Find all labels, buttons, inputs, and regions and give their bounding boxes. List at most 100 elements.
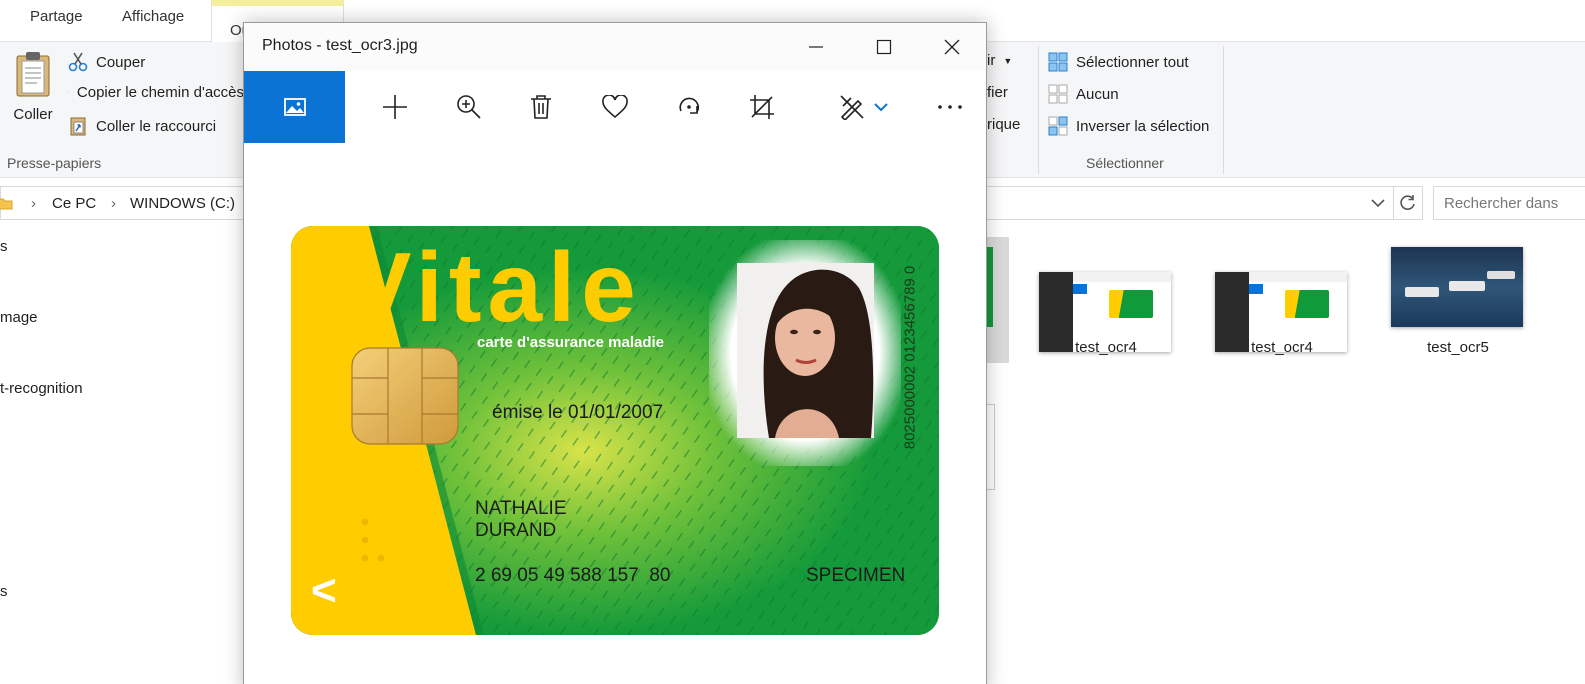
file-thumbnail-test-ocr5[interactable]	[1391, 247, 1523, 327]
copy-path-label: Copier le chemin d'accès	[76, 84, 244, 101]
group-divider	[1038, 46, 1039, 174]
copy-path-icon: \\...	[68, 92, 69, 93]
search-input[interactable]: Rechercher dans	[1433, 186, 1585, 220]
home-icon	[283, 98, 306, 116]
card-first-name: NATHALIE	[475, 498, 567, 519]
sidebar-item[interactable]: s	[0, 238, 8, 255]
clipboard-group-label: Presse-papiers	[7, 155, 102, 171]
sidebar-item[interactable]: s	[0, 583, 8, 600]
collection-button[interactable]	[244, 71, 345, 143]
file-name-label: test_ocr5	[1427, 339, 1489, 356]
thumbnail-accent	[1249, 284, 1263, 294]
portrait-photo	[763, 269, 874, 438]
crop-button[interactable]	[744, 89, 780, 125]
cut-label: Couper	[96, 53, 146, 71]
card-brand-title: Vitale	[346, 232, 642, 342]
scissors-icon	[68, 52, 88, 72]
file-name-label: test_ocr4	[1075, 339, 1137, 356]
add-icon	[383, 95, 407, 119]
thumbnail-card	[1109, 290, 1153, 318]
favorite-button[interactable]	[597, 89, 633, 125]
favorite-icon	[602, 95, 628, 119]
ship-shape	[1405, 287, 1439, 297]
open-dropdown-button[interactable]: ir ▼	[987, 52, 1012, 69]
dropdown-arrow-icon: ▼	[1003, 55, 1013, 66]
maximize-button[interactable]	[850, 23, 918, 71]
window-title: Photos - test_ocr3.jpg	[262, 37, 418, 54]
edit-dropdown-button[interactable]	[868, 89, 894, 125]
paste-label: Coller	[13, 106, 53, 123]
select-none-label: Aucun	[1076, 85, 1119, 103]
more-icon	[938, 105, 962, 109]
modify-button[interactable]: fier	[987, 84, 1008, 101]
rotate-button[interactable]	[671, 89, 707, 125]
card-specimen-label: SPECIMEN	[806, 565, 906, 586]
card-subtitle: carte d'assurance maladie	[477, 334, 665, 351]
crop-icon	[750, 95, 774, 119]
breadcrumb-this-pc[interactable]: Ce PC	[52, 195, 96, 212]
breadcrumb-drive[interactable]: WINDOWS (C:)	[130, 195, 235, 212]
breadcrumb-separator-icon: ›	[31, 195, 36, 212]
history-button[interactable]: rique	[987, 116, 1020, 133]
tab-partage[interactable]: Partage	[30, 8, 83, 25]
tab-affichage[interactable]: Affichage	[122, 8, 184, 25]
card-arrow-symbol: <	[311, 566, 337, 615]
more-button[interactable]	[932, 89, 968, 125]
clipboard-icon	[16, 52, 50, 97]
card-issue-date: émise le 01/01/2007	[492, 402, 664, 423]
select-all-button[interactable]: Sélectionner tout	[1048, 52, 1189, 72]
rotate-icon	[679, 97, 700, 114]
invert-selection-icon	[1048, 116, 1068, 136]
maximize-icon	[876, 39, 892, 55]
zoom-icon	[457, 95, 481, 119]
vitale-card-image: Vitale carte d'assurance maladie émise l…	[291, 226, 939, 635]
paste-shortcut-button[interactable]: Coller le raccourci	[68, 116, 216, 136]
title-bar[interactable]: Photos - test_ocr3.jpg	[244, 23, 986, 71]
group-divider	[1223, 46, 1224, 174]
close-button[interactable]	[918, 23, 986, 71]
select-none-button[interactable]: Aucun	[1048, 84, 1119, 104]
select-none-icon	[1048, 84, 1068, 104]
selected-file-thumbnail	[987, 247, 993, 327]
chevron-down-icon[interactable]	[1371, 198, 1385, 208]
open-partial-label: ir	[987, 52, 996, 69]
select-group-label: Sélectionner	[1086, 155, 1164, 171]
edit-button[interactable]	[834, 89, 870, 125]
minimize-icon	[809, 46, 823, 48]
select-all-label: Sélectionner tout	[1076, 53, 1189, 71]
thumbnail-toolbar	[1073, 272, 1171, 282]
photos-window: Photos - test_ocr3.jpg Vitale carte d'as…	[243, 22, 987, 684]
photos-toolbar	[244, 71, 986, 143]
file-thumbnail-partial[interactable]	[987, 404, 995, 490]
delete-button[interactable]	[523, 89, 559, 125]
file-name-label: test_ocr4	[1251, 339, 1313, 356]
ship-shape	[1487, 271, 1515, 279]
breadcrumb-separator-icon: ›	[111, 195, 116, 212]
card-number: 2 69 05 49 588 157 80	[475, 565, 671, 586]
invert-selection-label: Inverser la sélection	[1076, 117, 1210, 135]
cut-button[interactable]: Couper	[68, 52, 145, 72]
selected-file-highlight[interactable]	[987, 237, 1009, 363]
ship-shape	[1449, 281, 1485, 291]
paste-button[interactable]: Coller	[8, 50, 58, 123]
refresh-button[interactable]	[1393, 186, 1423, 220]
history-partial-label: rique	[987, 116, 1021, 133]
card-vertical-number: 8025000002 0123456789 0	[901, 265, 919, 450]
card-last-name: DURAND	[475, 520, 557, 541]
folder-icon	[0, 198, 13, 210]
sidebar-item[interactable]: t-recognition	[0, 380, 83, 397]
modify-partial-label: fier	[987, 84, 1008, 101]
copy-path-button[interactable]: \\... Copier le chemin d'accès	[68, 84, 244, 101]
delete-icon	[531, 95, 551, 119]
sidebar-item[interactable]: mage	[0, 309, 38, 326]
invert-selection-button[interactable]: Inverser la sélection	[1048, 116, 1209, 136]
thumbnail-accent	[1073, 284, 1087, 294]
chevron-down-icon	[874, 103, 888, 112]
zoom-button[interactable]	[451, 89, 487, 125]
edit-icon	[840, 95, 864, 120]
minimize-button[interactable]	[782, 23, 850, 71]
close-icon	[944, 39, 960, 55]
paste-shortcut-label: Coller le raccourci	[96, 117, 217, 135]
thumbnail-toolbar	[1249, 272, 1347, 282]
add-button[interactable]	[377, 89, 413, 125]
